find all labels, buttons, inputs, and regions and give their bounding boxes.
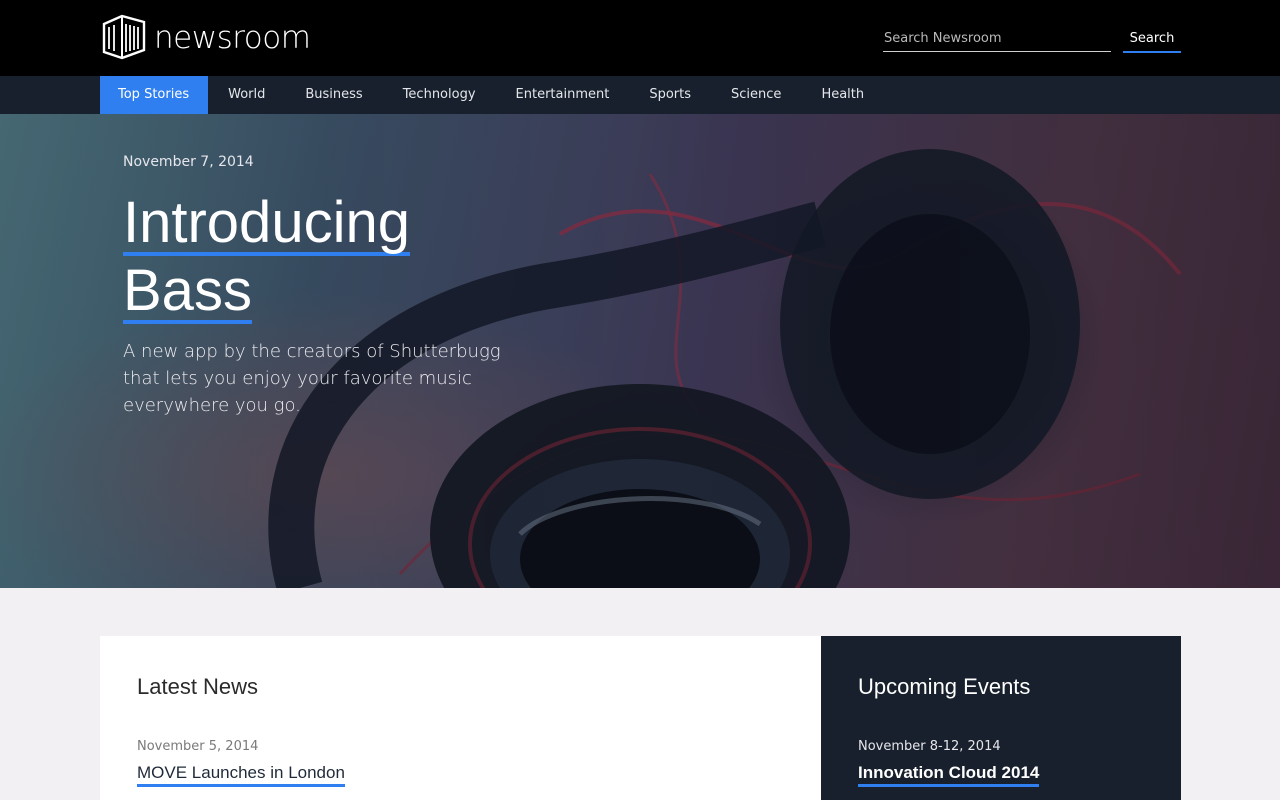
nav-list: Top Stories World Business Technology En… bbox=[100, 76, 884, 114]
hero-date: November 7, 2014 bbox=[123, 154, 254, 170]
upcoming-events-panel: Upcoming Events November 8-12, 2014 Inno… bbox=[821, 636, 1181, 800]
building-logo-icon bbox=[100, 12, 148, 65]
top-header: newsroom Search bbox=[0, 0, 1280, 76]
event-item-date: November 8-12, 2014 bbox=[858, 739, 1001, 754]
latest-news-panel: Latest News November 5, 2014 MOVE Launch… bbox=[100, 636, 821, 800]
nav-item-sports[interactable]: Sports bbox=[629, 76, 711, 114]
brand-logo[interactable]: newsroom bbox=[100, 12, 311, 65]
news-item-date: November 5, 2014 bbox=[137, 739, 259, 754]
nav-item-business[interactable]: Business bbox=[285, 76, 382, 114]
nav-item-health[interactable]: Health bbox=[801, 76, 884, 114]
nav-item-top-stories[interactable]: Top Stories bbox=[100, 76, 209, 114]
search-button[interactable]: Search bbox=[1123, 26, 1181, 53]
nav-item-world[interactable]: World bbox=[208, 76, 285, 114]
latest-news-heading: Latest News bbox=[137, 674, 259, 699]
hero-title-line-1[interactable]: Introducing bbox=[123, 194, 410, 256]
nav-item-science[interactable]: Science bbox=[711, 76, 801, 114]
upcoming-events-heading: Upcoming Events bbox=[858, 674, 1031, 699]
search-input[interactable] bbox=[883, 26, 1111, 52]
main-nav: Top Stories World Business Technology En… bbox=[0, 76, 1280, 114]
nav-item-technology[interactable]: Technology bbox=[383, 76, 496, 114]
event-item-title-link[interactable]: Innovation Cloud 2014 bbox=[858, 763, 1040, 787]
brand-name: newsroom bbox=[154, 20, 311, 56]
nav-item-entertainment[interactable]: Entertainment bbox=[496, 76, 630, 114]
hero-title[interactable]: Introducing Bass bbox=[123, 194, 543, 330]
hero-banner[interactable]: November 7, 2014 Introducing Bass A new … bbox=[0, 114, 1280, 588]
hero-title-line-2[interactable]: Bass bbox=[123, 262, 252, 324]
news-item-title-link[interactable]: MOVE Launches in London bbox=[137, 763, 345, 787]
hero-description: A new app by the creators of Shutterbugg… bbox=[123, 341, 501, 416]
